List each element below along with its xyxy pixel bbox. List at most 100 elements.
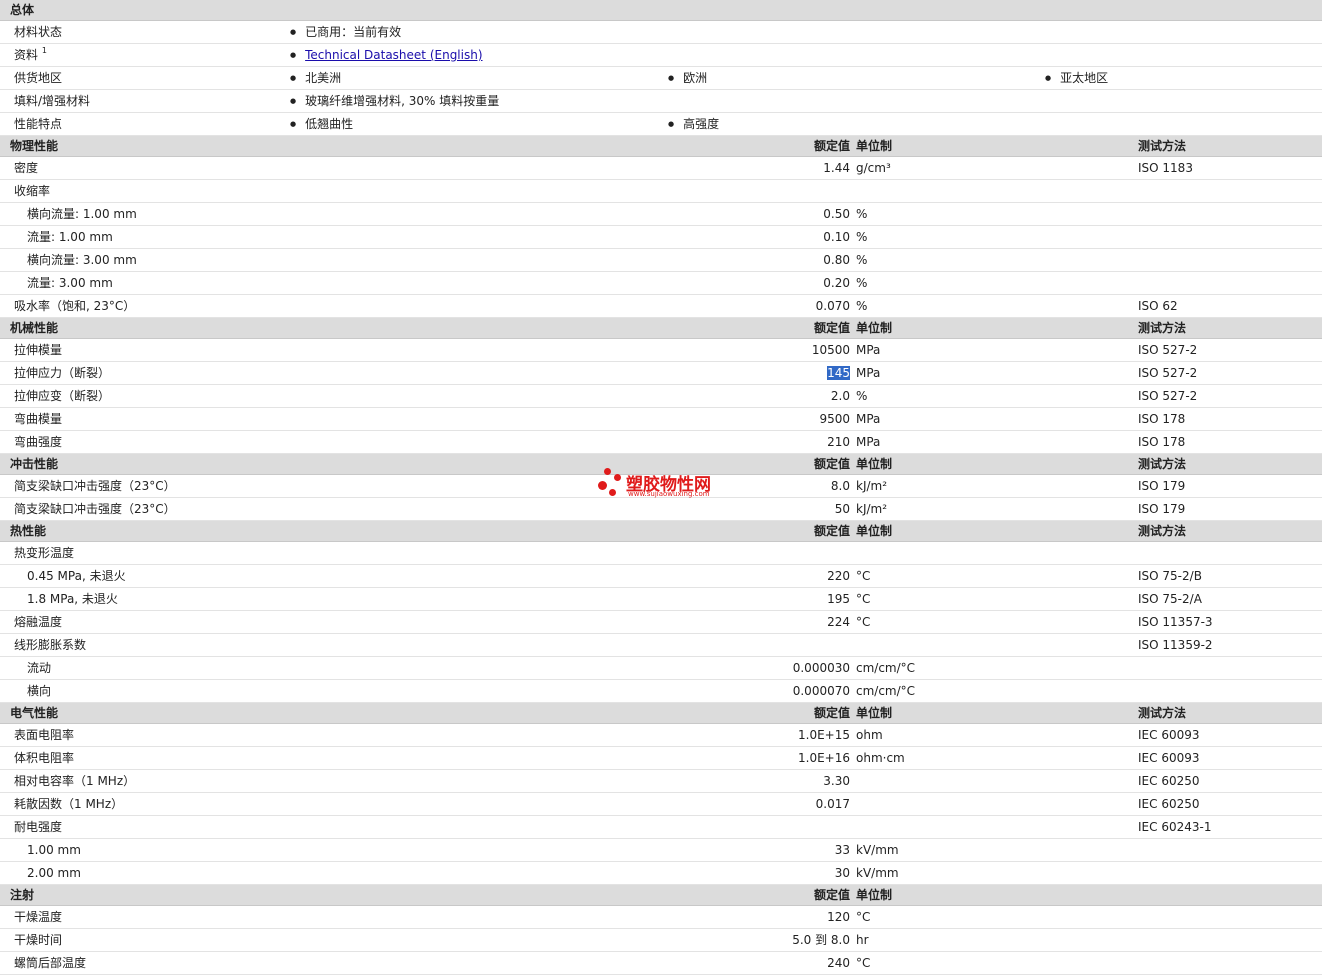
property-value: 1.0E+15 (798, 724, 850, 746)
test-method: ISO 179 (1138, 479, 1186, 493)
value-text: 9500 (819, 412, 850, 426)
property-label: 拉伸应变（断裂） (14, 389, 111, 403)
property-label: 体积电阻率 (14, 751, 75, 765)
value-text: 30 (834, 866, 850, 880)
property-unit: ohm·cm (856, 751, 905, 765)
property-row: 流量: 3.00 mm 0.20% (0, 272, 1322, 295)
property-unit: kV/mm (856, 866, 899, 880)
value-text: 1.0E+16 (798, 751, 850, 765)
property-value: 5.0 到 8.0 (792, 929, 850, 951)
column-header-value: 额定值 (813, 457, 850, 471)
test-method: ISO 11359-2 (1138, 638, 1213, 652)
selected-value: 145 (827, 366, 850, 380)
value-text: 210 (827, 435, 850, 449)
value-text: 0.000070 (792, 684, 850, 698)
property-value: 195 (827, 588, 850, 610)
section-header: 热性能 额定值 单位制 测试方法 (0, 521, 1322, 542)
property-label: 横向 (27, 684, 52, 698)
row-label: 材料状态 (14, 25, 63, 39)
property-value: 224 (827, 611, 850, 633)
row-documents: 资料 1 Technical Datasheet (English) (0, 44, 1322, 67)
column-header-test: 测试方法 (1138, 524, 1187, 538)
logo-dot (604, 468, 611, 475)
column-header-unit: 单位制 (856, 321, 893, 335)
property-row: 拉伸模量 10500 MPa ISO 527-2 (0, 339, 1322, 362)
logo-dot (598, 481, 607, 490)
test-method: ISO 527-2 (1138, 343, 1198, 357)
feature-item: 高强度 (668, 113, 719, 137)
test-method: IEC 60093 (1138, 751, 1200, 765)
property-unit: ohm (856, 728, 883, 742)
property-value: 30 (835, 862, 850, 884)
property-row: 耐电强度 IEC 60243-1 (0, 816, 1322, 839)
column-header-value: 额定值 (813, 706, 850, 720)
property-label: 流量: 3.00 mm (27, 276, 113, 290)
property-value: 0.017 (816, 793, 850, 815)
property-label: 流量: 1.00 mm (27, 230, 113, 244)
property-label: 熔融温度 (14, 615, 63, 629)
test-method: ISO 178 (1138, 412, 1186, 426)
filler-item: 玻璃纤维增强材料, 30% 填料按重量 (290, 90, 499, 114)
property-value: 240 (827, 952, 850, 974)
value-text: 195 (827, 592, 850, 606)
row-features: 性能特点 低翘曲性 高强度 (0, 113, 1322, 136)
property-label: 拉伸模量 (14, 343, 63, 357)
document-item: Technical Datasheet (English) (290, 44, 482, 68)
property-label: 表面电阻率 (14, 728, 75, 742)
property-label: 1.8 MPa, 未退火 (27, 592, 118, 606)
property-label: 0.45 MPa, 未退火 (27, 569, 126, 583)
property-value: 0.000030 (793, 657, 850, 679)
section-title: 热性能 (10, 524, 47, 538)
test-method: IEC 60250 (1138, 774, 1200, 788)
property-row: 流动 0.000030 cm/cm/°C (0, 657, 1322, 680)
property-unit: kJ/m² (856, 479, 888, 493)
column-header-test: 测试方法 (1138, 706, 1187, 720)
property-row: 相对电容率（1 MHz） 3.30 IEC 60250 (0, 770, 1322, 793)
column-header-unit: 单位制 (856, 888, 893, 902)
property-label: 干燥时间 (14, 933, 63, 947)
row-filler: 填料/增强材料 玻璃纤维增强材料, 30% 填料按重量 (0, 90, 1322, 113)
value-text: 120 (827, 910, 850, 924)
property-row: 1.8 MPa, 未退火 195 °C ISO 75-2/A (0, 588, 1322, 611)
property-label: 密度 (14, 161, 39, 175)
documents-label: 资料 (14, 48, 39, 62)
test-method: ISO 527-2 (1138, 389, 1198, 403)
row-label: 资料 1 (14, 44, 47, 66)
footnote-marker: 1 (41, 46, 47, 55)
value-text: 0.017 (815, 797, 850, 811)
property-row: 弯曲强度 210 MPa ISO 178 (0, 431, 1322, 454)
property-label: 弯曲模量 (14, 412, 63, 426)
region-item: 亚太地区 (1045, 67, 1108, 91)
property-unit: MPa (856, 366, 881, 380)
watermark-logo: 塑胶物性网 www.sujiaowuxing.com (596, 468, 736, 502)
feature-item: 低翘曲性 (290, 113, 353, 137)
property-row: 干燥时间 5.0 到 8.0 hr (0, 929, 1322, 952)
property-row: 密度 1.44 g/cm³ ISO 1183 (0, 157, 1322, 180)
value-text: 50 (834, 502, 850, 516)
column-header-value: 额定值 (813, 321, 850, 335)
property-unit: MPa (856, 435, 881, 449)
property-label: 流动 (27, 661, 52, 675)
property-value: 2.0 (831, 385, 850, 407)
section-header: 注射 额定值 单位制 (0, 885, 1322, 906)
property-unit: °C (856, 956, 871, 970)
property-label: 热变形温度 (14, 546, 75, 560)
value-text: 1.0E+15 (798, 728, 850, 742)
property-row: 1.00 mm 33 kV/mm (0, 839, 1322, 862)
property-row: 耗散因数（1 MHz） 0.017 IEC 60250 (0, 793, 1322, 816)
property-label: 2.00 mm (27, 866, 81, 880)
row-availability: 供货地区 北美洲 欧洲 亚太地区 (0, 67, 1322, 90)
property-sections: 物理性能 额定值 单位制 测试方法 密度 1.44 g/cm³ ISO 1183 收缩率 横向流量… (0, 136, 1322, 975)
property-row: 流量: 1.00 mm 0.10% (0, 226, 1322, 249)
property-unit: cm/cm/°C (856, 684, 916, 698)
property-label: 1.00 mm (27, 843, 81, 857)
property-unit: % (856, 253, 868, 267)
property-label: 干燥温度 (14, 910, 63, 924)
property-unit: °C (856, 615, 871, 629)
property-value: 33 (835, 839, 850, 861)
technical-datasheet-link[interactable]: Technical Datasheet (English) (305, 48, 482, 62)
row-material-status: 材料状态 已商用：当前有效 (0, 21, 1322, 44)
test-method: ISO 178 (1138, 435, 1186, 449)
value-text: 0.50 (823, 207, 850, 221)
section-title: 机械性能 (10, 321, 59, 335)
